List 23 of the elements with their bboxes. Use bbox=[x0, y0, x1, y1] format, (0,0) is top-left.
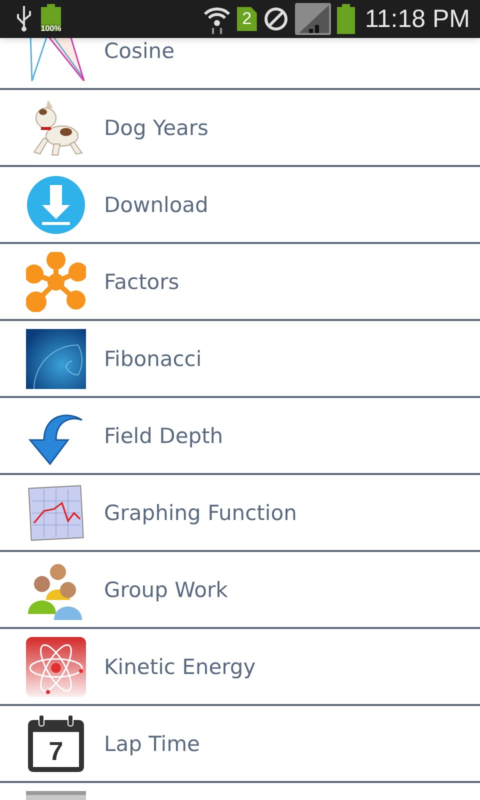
signal-icon bbox=[294, 3, 331, 35]
list-item[interactable]: Factors bbox=[0, 244, 480, 321]
list-item[interactable]: Kinetic Energy bbox=[0, 629, 480, 706]
atom-icon bbox=[26, 636, 86, 696]
list-item[interactable]: 7 Lap Time bbox=[0, 706, 480, 783]
clock: 11:18 PM bbox=[364, 4, 470, 34]
list-item[interactable]: Fibonacci bbox=[0, 321, 480, 398]
list-item[interactable]: Dog Years bbox=[0, 90, 480, 167]
calendar-icon bbox=[26, 714, 86, 774]
blocked-icon bbox=[262, 6, 289, 32]
list-item[interactable]: Cosine bbox=[0, 38, 480, 90]
battery-percent: 100% bbox=[40, 24, 62, 33]
list-item[interactable]: Field Depth bbox=[0, 398, 480, 475]
list-item[interactable]: Graphing Function bbox=[0, 475, 480, 552]
list-item[interactable]: Group Work bbox=[0, 552, 480, 629]
calendar-day: 7 bbox=[26, 738, 86, 764]
sim-badge: 2 bbox=[236, 7, 257, 31]
network-icon bbox=[26, 252, 86, 312]
download-icon bbox=[26, 174, 86, 234]
list-item[interactable]: Download bbox=[0, 167, 480, 244]
usb-icon bbox=[16, 6, 32, 32]
battery-full-icon bbox=[336, 4, 355, 34]
spiral-icon bbox=[26, 328, 86, 388]
